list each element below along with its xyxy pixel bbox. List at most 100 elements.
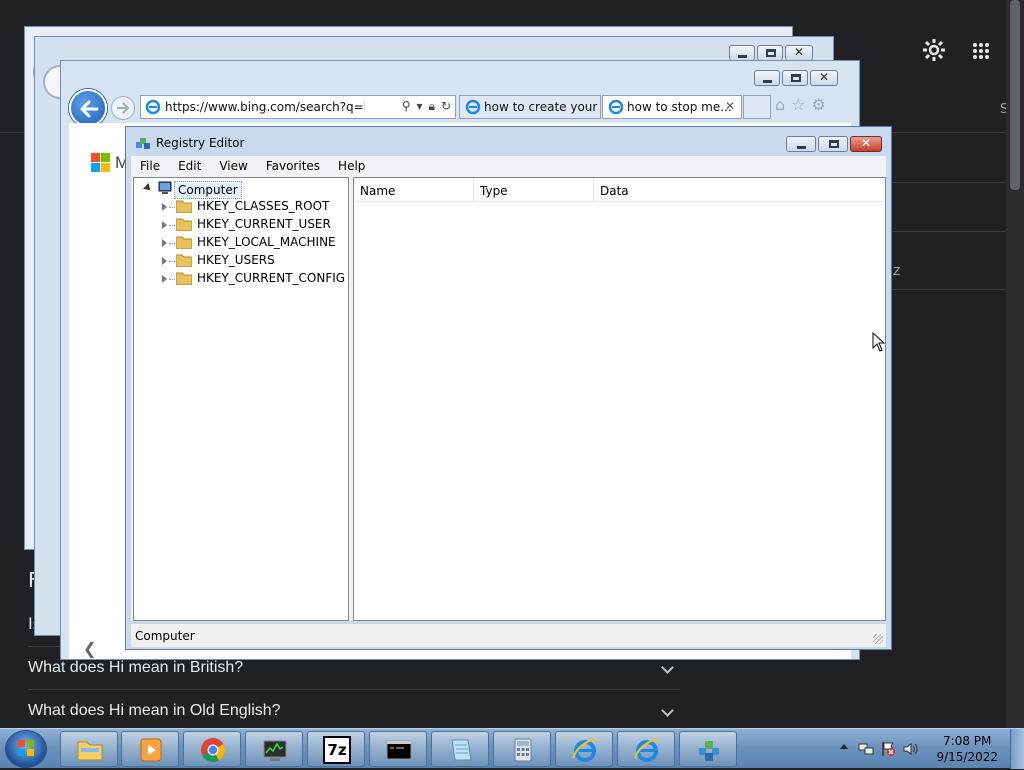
address-tools: ⚲ ▾ 🔒︎ ↻ <box>402 99 451 114</box>
browser-toolbar-icons: ⌂ ☆ ⚙ <box>775 95 826 114</box>
new-tab-button[interactable] <box>743 95 771 119</box>
browser-tab-active[interactable]: how to stop me... ✕ <box>602 95 742 119</box>
taskbar-file-explorer[interactable] <box>60 731 118 767</box>
maximize-button[interactable] <box>757 45 783 61</box>
taskbar-media-player[interactable] <box>121 731 179 767</box>
divider <box>890 231 1006 232</box>
taskbar-chrome[interactable] <box>183 731 241 767</box>
back-button[interactable] <box>69 89 107 127</box>
taskbar-internet-explorer[interactable] <box>617 731 675 767</box>
faq-item[interactable]: What does Hi mean in Old English? <box>28 689 680 732</box>
taskbar-registry-editor[interactable] <box>679 731 737 767</box>
refresh-icon[interactable]: ↻ <box>441 99 451 114</box>
folder-icon <box>175 199 193 214</box>
expand-arrow-icon[interactable] <box>162 203 167 211</box>
menu-edit[interactable]: Edit <box>169 156 210 176</box>
tab-title: how to create your ... <box>484 100 601 114</box>
expand-arrow-icon[interactable] <box>162 275 167 283</box>
close-button[interactable]: ✕ <box>850 136 882 152</box>
close-button[interactable]: ✕ <box>810 70 838 86</box>
expand-arrow-icon[interactable] <box>162 257 167 265</box>
settings-gear-icon[interactable] <box>922 38 946 65</box>
7zip-icon: 7z <box>323 736 351 764</box>
registry-values-list[interactable]: Name Type Data <box>353 177 886 621</box>
window-controls: ✕ <box>786 136 882 152</box>
menu-help[interactable]: Help <box>329 156 374 176</box>
show-desktop-button[interactable] <box>1010 729 1024 769</box>
minimize-button[interactable] <box>754 70 780 86</box>
clock-date: 9/15/2022 <box>936 750 998 764</box>
column-header-type[interactable]: Type <box>474 178 594 201</box>
column-header-data[interactable]: Data <box>594 178 714 201</box>
chrome-icon <box>201 738 226 763</box>
apps-grid-icon[interactable] <box>972 42 990 63</box>
scrollbar-thumb[interactable] <box>1010 0 1020 190</box>
computer-icon <box>157 180 173 199</box>
taskbar-internet-explorer[interactable] <box>555 731 613 767</box>
folder-icon <box>175 235 193 250</box>
tools-gear-icon[interactable]: ⚙ <box>812 95 826 114</box>
registry-editor-icon <box>699 741 719 761</box>
clock[interactable]: 7:08 PM 9/15/2022 <box>936 733 998 765</box>
folder-icon <box>77 741 103 761</box>
faq-question: What does Hi mean in Old English? <box>28 702 281 719</box>
registry-editor-window[interactable]: Registry Editor ✕ File Edit View Favorit… <box>125 126 892 650</box>
tree-label: Computer <box>174 181 242 199</box>
close-button[interactable]: ✕ <box>785 45 813 61</box>
menu-view[interactable]: View <box>210 156 256 176</box>
collapse-arrow-icon[interactable] <box>143 183 153 193</box>
divider <box>890 289 1006 290</box>
tree-label: HKEY_LOCAL_MACHINE <box>197 235 336 249</box>
home-icon[interactable]: ⌂ <box>775 95 785 114</box>
registry-tree[interactable]: Computer HKEY_CLASSES_ROOT HKEY_CURRENT_… <box>133 177 349 621</box>
ie-logo-icon <box>145 99 161 118</box>
list-header: Name Type Data <box>354 178 885 202</box>
7zip-label: 7z <box>327 741 347 759</box>
close-tab-icon[interactable]: ✕ <box>725 99 735 113</box>
window-controls: ✕ <box>754 70 838 86</box>
clock-time: 7:08 PM <box>943 734 992 748</box>
taskbar-notepad[interactable] <box>431 731 489 767</box>
media-player-icon <box>140 738 162 762</box>
minimize-button[interactable] <box>729 45 755 61</box>
minimize-button[interactable] <box>786 136 816 152</box>
menu-file[interactable]: File <box>131 156 169 176</box>
taskbar-command-prompt[interactable] <box>369 731 427 767</box>
registry-body: Computer HKEY_CLASSES_ROOT HKEY_CURRENT_… <box>131 176 886 621</box>
search-icon[interactable]: ⚲ <box>402 99 411 114</box>
menu-bar: File Edit View Favorites Help <box>131 156 886 176</box>
taskbar-task-manager[interactable] <box>245 731 303 767</box>
system-tray: 7:08 PM 9/15/2022 <box>834 729 1024 769</box>
tree-label: HKEY_CLASSES_ROOT <box>197 199 330 213</box>
action-center-flag-icon[interactable] <box>880 741 896 757</box>
start-button[interactable] <box>6 731 46 767</box>
forward-button[interactable] <box>111 96 135 120</box>
maximize-button[interactable] <box>818 136 848 152</box>
volume-icon[interactable] <box>902 741 918 757</box>
address-bar[interactable]: https://www.bing.com/search?q=how+tc ⚲ ▾… <box>140 95 456 119</box>
favorites-star-icon[interactable]: ☆ <box>791 95 805 114</box>
browser-tab[interactable]: how to create your ... <box>459 95 601 119</box>
faq-question: What does Hi mean in British? <box>28 659 244 676</box>
arrow-right-icon <box>117 102 130 114</box>
menu-favorites[interactable]: Favorites <box>257 156 329 176</box>
address-text[interactable]: https://www.bing.com/search?q=how+tc <box>165 100 365 114</box>
microsoft-logo-icon <box>91 153 111 173</box>
resize-grip-icon[interactable] <box>873 634 883 644</box>
notepad-icon <box>451 739 472 761</box>
network-icon[interactable] <box>858 741 874 757</box>
scroll-left-icon[interactable]: ❮ <box>83 639 96 658</box>
folder-icon <box>175 217 193 232</box>
maximize-button[interactable] <box>782 70 808 86</box>
expand-arrow-icon[interactable] <box>162 239 167 247</box>
show-hidden-icons-icon[interactable] <box>840 744 848 749</box>
dropdown-icon[interactable]: ▾ <box>417 99 423 114</box>
taskbar-calculator[interactable] <box>493 731 551 767</box>
status-bar: Computer <box>131 623 886 647</box>
status-path: Computer <box>135 629 195 643</box>
page-scrollbar[interactable] <box>1006 0 1024 730</box>
expand-arrow-icon[interactable] <box>162 221 167 229</box>
lock-icon[interactable]: 🔒︎ <box>429 99 435 114</box>
column-header-name[interactable]: Name <box>354 178 474 201</box>
taskbar-7zip[interactable]: 7z <box>307 731 365 767</box>
